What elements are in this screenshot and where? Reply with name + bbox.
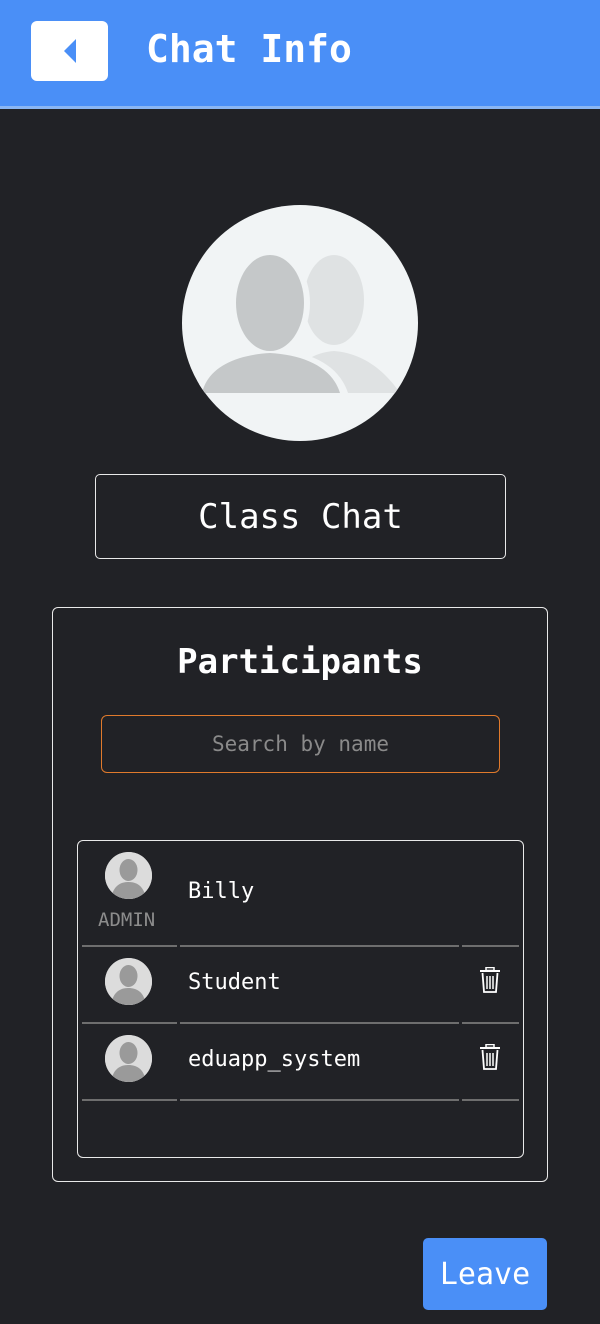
trash-icon[interactable] (479, 1044, 501, 1070)
leave-button[interactable]: Leave (423, 1238, 547, 1310)
chat-name-field[interactable]: Class Chat (95, 474, 506, 559)
participant-row[interactable]: Student (78, 947, 523, 1024)
avatar (105, 1035, 152, 1082)
page-title: Chat Info (146, 27, 352, 71)
group-avatar-icon (196, 249, 400, 393)
trash-icon[interactable] (479, 967, 501, 993)
user-avatar-icon (105, 1035, 152, 1082)
group-avatar (182, 205, 418, 441)
back-arrow-icon (63, 39, 76, 63)
search-input[interactable] (101, 715, 500, 773)
participants-list: ADMIN Billy Student eduapp_system (77, 840, 524, 1158)
participant-name: Billy (188, 879, 255, 904)
participants-title: Participants (177, 642, 423, 682)
avatar (105, 852, 152, 899)
participants-panel: Participants ADMIN Billy (52, 607, 548, 1182)
participant-row[interactable]: eduapp_system (78, 1024, 523, 1101)
participant-row[interactable]: ADMIN Billy (78, 841, 523, 947)
app-header: Chat Info (0, 0, 600, 109)
participant-name: eduapp_system (188, 1047, 361, 1072)
row-divider (180, 1099, 459, 1101)
user-avatar-icon (105, 852, 152, 899)
row-divider (82, 1099, 177, 1101)
avatar (105, 958, 152, 1005)
back-button[interactable] (31, 21, 108, 81)
row-divider (462, 1099, 519, 1101)
participant-name: Student (188, 970, 281, 995)
user-avatar-icon (105, 958, 152, 1005)
admin-badge: ADMIN (98, 909, 156, 931)
